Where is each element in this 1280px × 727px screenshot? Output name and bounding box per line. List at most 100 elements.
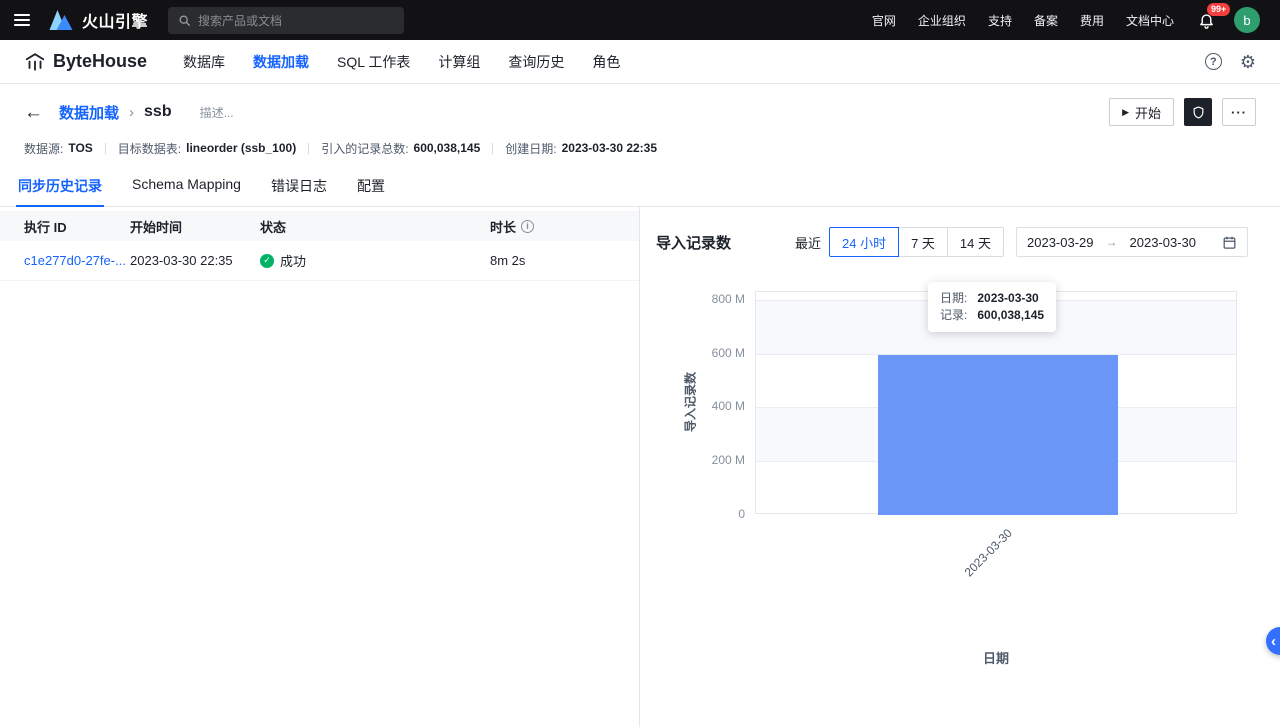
tab-error-log[interactable]: 错误日志 <box>269 166 329 206</box>
page-header: ← 数据加载 › ssb 描述... ▶ 开始 ··· <box>0 88 1280 136</box>
page-title: ssb <box>144 103 172 120</box>
settings-gear-button[interactable]: ⚙ <box>1240 53 1256 71</box>
chart-controls: 最近 24 小时 7 天 14 天 2023-03-29 → 2023-03-3… <box>795 227 1248 257</box>
topbar-search-input[interactable]: 搜索产品或文档 <box>168 6 405 34</box>
range-option-7d[interactable]: 7 天 <box>898 227 948 257</box>
range-label: 最近 <box>794 235 821 251</box>
chart-title: 导入记录数 <box>656 234 732 252</box>
volcengine-topbar: 火山引擎 搜索产品或文档 官网 企业组织 支持 备案 费用 文档中心 99+ b <box>0 0 1280 40</box>
execution-id-link[interactable]: c1e277d0-27fe-... <box>24 253 130 268</box>
start-button-label: 开始 <box>1134 105 1161 121</box>
nav-databases[interactable]: 数据库 <box>183 52 225 72</box>
divider <box>308 142 310 154</box>
date-from: 2023-03-29 <box>1027 234 1094 250</box>
chart-tooltip: 日期: 2023-03-30 记录: 600,038,145 <box>928 282 1057 332</box>
date-to: 2023-03-30 <box>1129 234 1197 250</box>
bytehouse-logo-icon <box>25 52 45 71</box>
start-time-cell: 2023-03-30 22:35 <box>130 253 233 268</box>
col-execution-id: 执行 ID <box>24 219 67 235</box>
import-records-panel: 导入记录数 最近 24 小时 7 天 14 天 2023-03-29 → 202… <box>640 207 1280 727</box>
job-metadata: 数据源: TOS 目标数据表: lineorder (ssb_100) 引入的记… <box>0 138 1280 158</box>
y-tick-label: 800 M <box>711 292 745 306</box>
content: 执行 ID 开始时间 状态 时长 i c1e277d0-27fe-... 202… <box>0 207 1280 727</box>
notifications-button[interactable]: 99+ <box>1198 3 1231 29</box>
meta-data-source: 数据源: TOS <box>24 141 93 156</box>
duration-cell: 8m 2s <box>490 253 526 268</box>
divider <box>104 142 106 154</box>
volcengine-logo[interactable]: 火山引擎 <box>48 8 148 32</box>
col-status: 状态 <box>260 219 287 235</box>
user-avatar[interactable]: b <box>1234 7 1260 33</box>
play-icon: ▶ <box>1122 106 1129 117</box>
chart-header: 导入记录数 最近 24 小时 7 天 14 天 2023-03-29 → 202… <box>656 227 1248 257</box>
bar-2023-03-30[interactable] <box>878 355 1118 515</box>
topbar-link-docs-center[interactable]: 文档中心 <box>1126 12 1174 29</box>
help-button[interactable]: ? <box>1204 53 1222 70</box>
tab-config[interactable]: 配置 <box>355 166 387 206</box>
bytehouse-brand-text: ByteHouse <box>53 51 148 71</box>
nav-query-history[interactable]: 查询历史 <box>508 52 564 72</box>
y-tick-label: 200 M <box>711 453 745 467</box>
page-actions: ▶ 开始 ··· <box>1109 98 1256 126</box>
meta-target-table: 目标数据表: lineorder (ssb_100) <box>117 141 297 156</box>
success-icon: ✓ <box>260 253 274 268</box>
description-placeholder[interactable]: 描述... <box>200 104 234 121</box>
table-row[interactable]: c1e277d0-27fe-... 2023-03-30 22:35 ✓ 成功 … <box>0 241 639 281</box>
status-cell: ✓ 成功 <box>260 251 490 270</box>
back-button[interactable]: ← <box>24 103 43 122</box>
range-option-24h[interactable]: 24 小时 <box>829 227 900 257</box>
start-button[interactable]: ▶ 开始 <box>1109 98 1174 126</box>
tab-schema-mapping[interactable]: Schema Mapping <box>130 166 243 206</box>
topbar-link-billing[interactable]: 费用 <box>1080 12 1104 29</box>
main-nav: 数据库 数据加载 SQL 工作表 计算组 查询历史 角色 <box>183 52 620 72</box>
search-icon <box>179 15 191 26</box>
y-tick-label: 600 M <box>711 346 745 360</box>
tab-sync-history[interactable]: 同步历史记录 <box>16 166 104 207</box>
breadcrumb-link-data-loading[interactable]: 数据加载 <box>59 102 119 123</box>
search-placeholder: 搜索产品或文档 <box>198 13 283 28</box>
volcengine-logo-icon <box>49 10 73 30</box>
y-tick-label: 0 <box>738 507 745 521</box>
hamburger-icon <box>14 14 30 16</box>
volcengine-brand-text: 火山引擎 <box>82 14 149 31</box>
nav-sql-worksheet[interactable]: SQL 工作表 <box>337 52 410 72</box>
x-axis-title: 日期 <box>982 651 1009 666</box>
topbar-link-support[interactable]: 支持 <box>988 12 1012 29</box>
notification-badge: 99+ <box>1207 3 1231 16</box>
hamburger-menu-button[interactable] <box>0 0 44 40</box>
topbar-links: 官网 企业组织 支持 备案 费用 文档中心 <box>872 12 1174 29</box>
header-actions: ? ⚙ <box>1204 53 1256 71</box>
import-records-chart: 导入记录数 800 M 600 M 400 M 200 M 0 日期: 2023… <box>640 276 1280 696</box>
y-tick-label: 400 M <box>711 399 745 413</box>
sync-history-panel: 执行 ID 开始时间 状态 时长 i c1e277d0-27fe-... 202… <box>0 207 640 727</box>
chevron-left-icon: ‹ <box>1271 632 1276 650</box>
breadcrumb-separator-icon: › <box>129 103 135 121</box>
topbar-link-enterprise-org[interactable]: 企业组织 <box>918 12 966 29</box>
status-label: 成功 <box>280 254 307 269</box>
more-actions-button[interactable]: ··· <box>1222 98 1256 126</box>
detail-tabs: 同步历史记录 Schema Mapping 错误日志 配置 <box>0 166 1280 207</box>
tooltip-date-row: 日期: 2023-03-30 <box>940 291 1039 305</box>
info-icon[interactable]: i <box>521 219 535 233</box>
shield-icon <box>1193 105 1203 119</box>
range-option-14d[interactable]: 14 天 <box>946 227 1004 257</box>
topbar-link-icp-filing[interactable]: 备案 <box>1034 12 1058 29</box>
nav-compute-groups[interactable]: 计算组 <box>438 52 480 72</box>
table-header: 执行 ID 开始时间 状态 时长 i <box>0 211 639 241</box>
nav-roles[interactable]: 角色 <box>592 52 620 72</box>
arrow-right-icon: → <box>1105 235 1118 249</box>
x-tick-label: 2023-03-30 <box>961 526 1015 580</box>
date-range-picker[interactable]: 2023-03-29 → 2023-03-30 <box>1016 227 1248 257</box>
meta-total-records: 引入的记录总数: 600,038,145 <box>321 141 481 156</box>
bytehouse-header: ByteHouse 数据库 数据加载 SQL 工作表 计算组 查询历史 角色 ?… <box>0 40 1280 84</box>
range-segmented-control: 24 小时 7 天 14 天 <box>829 227 1004 257</box>
col-start-time: 开始时间 <box>130 219 183 235</box>
topbar-link-official-site[interactable]: 官网 <box>872 12 896 29</box>
permission-button[interactable] <box>1184 98 1212 126</box>
calendar-icon <box>1223 236 1236 249</box>
tooltip-records-row: 记录: 600,038,145 <box>940 308 1045 322</box>
divider <box>492 142 494 154</box>
meta-created-date: 创建日期: 2023-03-30 22:35 <box>505 141 658 156</box>
nav-data-loading[interactable]: 数据加载 <box>253 52 309 72</box>
bytehouse-logo[interactable]: ByteHouse <box>24 51 147 73</box>
